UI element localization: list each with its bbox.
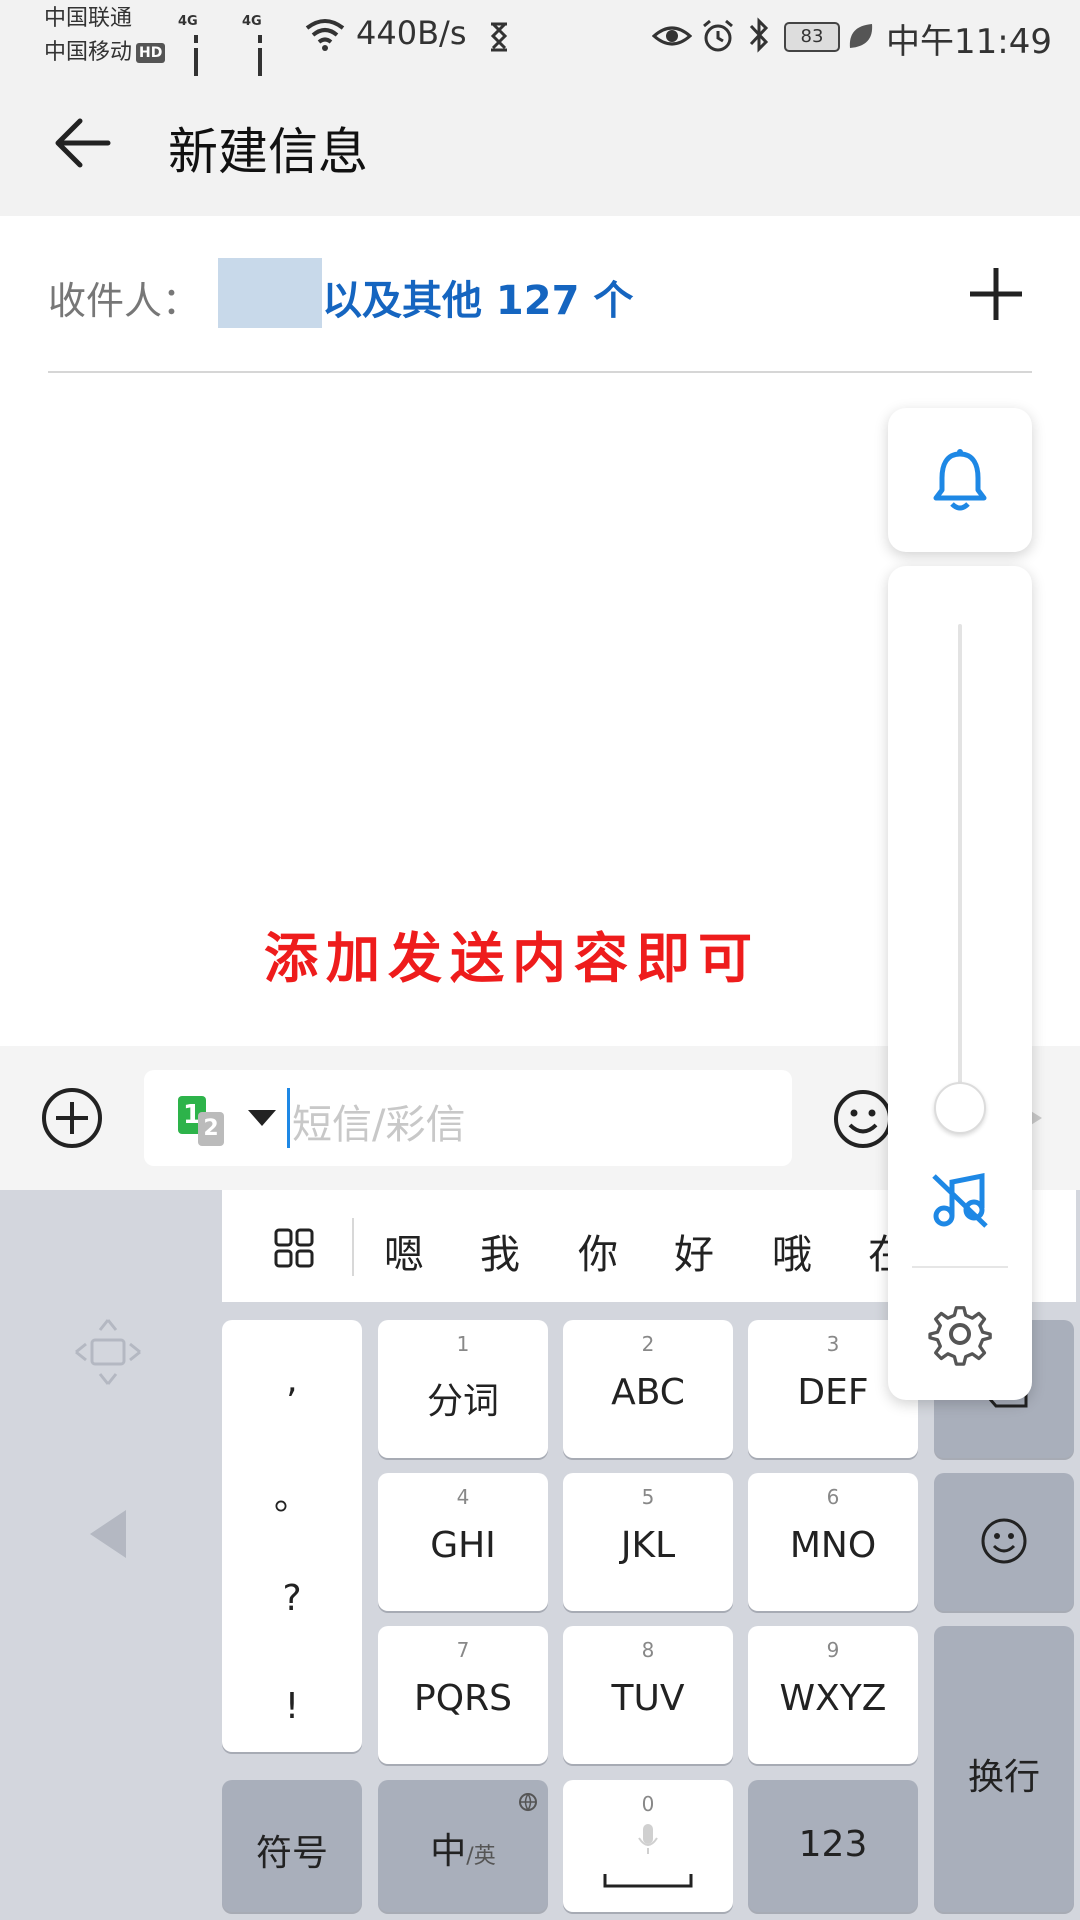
status-bar: 中国联通 中国移动 HD 4G 4G 440B/s 83 中午11:49 <box>0 0 1080 108</box>
globe-icon <box>519 1793 537 1812</box>
recipient-label: 收件人： <box>48 279 201 323</box>
settings-gear-icon[interactable] <box>928 1302 992 1366</box>
key-8[interactable]: 8 TUV <box>563 1626 733 1764</box>
back-arrow-icon[interactable] <box>52 112 114 174</box>
message-input[interactable]: 1 2 短信/彩信 <box>144 1070 792 1166</box>
cursor-move-icon[interactable] <box>72 1316 144 1388</box>
key-2[interactable]: 2 ABC <box>563 1320 733 1458</box>
recipient-chip[interactable] <box>218 258 322 328</box>
microphone-icon <box>638 1824 658 1854</box>
annotation-text: 添加发送内容即可 <box>264 927 760 990</box>
candidate-5[interactable]: 哦 <box>772 1222 812 1280</box>
carrier-2: 中国移动 <box>44 40 133 65</box>
key-4[interactable]: 4 GHI <box>378 1473 548 1611</box>
key-6[interactable]: 6 MNO <box>748 1473 918 1611</box>
key-num: 7 <box>456 1638 470 1662</box>
bell-icon <box>933 449 987 511</box>
sim-dropdown-icon[interactable] <box>248 1110 276 1126</box>
volume-panel <box>888 566 1032 1400</box>
key-label: 分词 <box>426 1381 499 1422</box>
eye-icon <box>652 26 692 46</box>
emoji-icon[interactable] <box>832 1088 894 1150</box>
key-label: WXYZ <box>779 1678 887 1719</box>
ringer-mode-button[interactable] <box>888 408 1032 552</box>
app-header: 新建信息 <box>0 76 1080 216</box>
carrier-1: 中国联通 <box>44 6 133 31</box>
volume-slider-thumb[interactable] <box>934 1082 986 1134</box>
symbol-key[interactable]: 符号 <box>222 1780 362 1912</box>
enter-key-label: 换行 <box>967 1757 1040 1798</box>
grid-menu-icon[interactable] <box>274 1228 314 1268</box>
space-bar-icon <box>603 1874 693 1888</box>
language-main: 中 <box>430 1831 467 1872</box>
net-speed: 440B/s <box>356 14 467 52</box>
key-label: PQRS <box>414 1678 512 1719</box>
add-attachment-icon[interactable] <box>40 1086 104 1150</box>
key-label: GHI <box>430 1525 496 1566</box>
key-num: 8 <box>641 1638 655 1662</box>
number-key[interactable]: 123 <box>748 1780 918 1912</box>
message-placeholder: 短信/彩信 <box>292 1102 466 1148</box>
key-9[interactable]: 9 WXYZ <box>748 1626 918 1764</box>
leaf-icon <box>849 24 873 48</box>
music-muted-icon[interactable] <box>930 1170 990 1230</box>
key-label: JKL <box>620 1525 676 1566</box>
panel-divider <box>912 1266 1008 1268</box>
cursor-left-icon[interactable] <box>88 1508 128 1560</box>
key-1[interactable]: 1 分词 <box>378 1320 548 1458</box>
page-title: 新建信息 <box>168 123 368 181</box>
symbol-key-label: 符号 <box>255 1833 328 1874</box>
bluetooth-icon <box>749 17 769 53</box>
hourglass-icon <box>490 22 508 52</box>
language-key-label: 中/英 <box>378 1822 548 1874</box>
text-caret <box>287 1088 290 1148</box>
enter-key[interactable]: 换行 <box>934 1626 1074 1912</box>
battery-indicator: 83 <box>784 22 840 52</box>
candidate-1[interactable]: 嗯 <box>384 1222 424 1280</box>
candidate-4[interactable]: 好 <box>674 1222 714 1280</box>
carrier-2-row: 中国移动 HD <box>44 38 166 68</box>
key-7[interactable]: 7 PQRS <box>378 1626 548 1764</box>
emoji-icon <box>981 1518 1027 1564</box>
sim-2-icon: 2 <box>198 1112 224 1146</box>
key-label: TUV <box>611 1678 685 1719</box>
key-num: 4 <box>456 1485 470 1509</box>
candidate-separator <box>352 1218 354 1276</box>
space-key[interactable]: 0 <box>563 1780 733 1912</box>
recipient-summary[interactable]: 以及其他 127 个 <box>322 268 633 326</box>
key-label: ABC <box>611 1372 685 1413</box>
wifi-icon <box>305 19 345 51</box>
candidate-3[interactable]: 你 <box>578 1222 618 1280</box>
language-sub: /英 <box>466 1844 496 1869</box>
punct-period[interactable]: 。 <box>222 1468 362 1520</box>
key-num: 6 <box>826 1485 840 1509</box>
punct-comma[interactable]: , <box>222 1360 362 1401</box>
punctuation-column: , 。 ? ! <box>222 1320 362 1752</box>
key-num: 5 <box>641 1485 655 1509</box>
number-key-label: 123 <box>798 1824 868 1865</box>
punct-exclaim[interactable]: ! <box>222 1686 362 1727</box>
volume-slider-track[interactable] <box>958 624 962 1108</box>
space-key-num: 0 <box>641 1792 655 1816</box>
key-5[interactable]: 5 JKL <box>563 1473 733 1611</box>
key-num: 2 <box>641 1332 655 1356</box>
key-label: MNO <box>789 1525 877 1566</box>
alarm-icon <box>703 19 733 52</box>
divider <box>48 371 1032 373</box>
clock: 中午11:49 <box>886 22 1052 62</box>
add-recipient-icon[interactable] <box>968 266 1024 322</box>
punct-question[interactable]: ? <box>222 1578 362 1619</box>
language-key[interactable]: 中/英 <box>378 1780 548 1912</box>
emoji-key[interactable] <box>934 1473 1074 1611</box>
key-num: 9 <box>826 1638 840 1662</box>
candidate-2[interactable]: 我 <box>480 1222 520 1280</box>
key-num: 1 <box>456 1332 470 1356</box>
hd-badge: HD <box>136 43 166 63</box>
